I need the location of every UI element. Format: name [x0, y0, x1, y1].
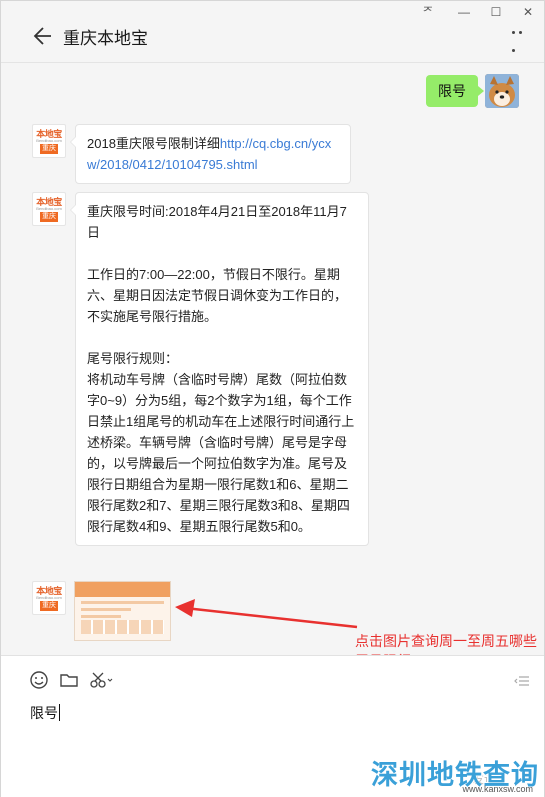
scissors-icon[interactable] — [89, 670, 115, 690]
dog-avatar-icon — [485, 74, 519, 108]
chat-messages: 限号 本地宝 Bendibao.com 重庆 2018重庆限号限制详细http:… — [1, 64, 544, 654]
back-arrow-icon[interactable] — [33, 25, 53, 47]
pin-button[interactable]: ᅎ — [414, 3, 442, 23]
more-options-icon[interactable] — [512, 31, 532, 52]
page-title: 重庆本地宝 — [63, 29, 148, 48]
expand-icon[interactable] — [514, 676, 530, 686]
detail-message-bubble: 重庆限号时间:2018年4月21日至2018年11月7日 工作日的7:00—22… — [70, 192, 369, 546]
bot-avatar[interactable]: 本地宝 Bendibao.com 重庆 — [32, 124, 66, 158]
restriction-rules: 尾号限行规则： 将机动车号牌（含临时号牌）尾数（阿拉伯数字0~9）分为5组，每2… — [87, 348, 357, 537]
city-tag: 重庆 — [40, 212, 58, 222]
link-message-bubble: 2018重庆限号限制详细http://cq.cbg.cn/ycxw/2018/0… — [70, 124, 351, 184]
restriction-image-thumbnail[interactable] — [74, 581, 171, 641]
message-input[interactable]: 限号 — [30, 703, 60, 723]
brand-logo-site: Bendibao.com — [36, 595, 62, 600]
folder-icon[interactable] — [59, 670, 79, 690]
text-caret — [59, 704, 60, 721]
link-message-text: 2018重庆限号限制详细 — [87, 136, 220, 151]
city-tag: 重庆 — [40, 144, 58, 154]
title-bar: ᅎ — ☐ ✕ 重庆本地宝 — [1, 1, 544, 63]
brand-logo-site: Bendibao.com — [36, 206, 62, 211]
bot-avatar[interactable]: 本地宝 Bendibao.com 重庆 — [32, 581, 66, 615]
emoji-icon[interactable] — [29, 670, 49, 690]
restriction-hours-text: 工作日的7:00—22:00，节假日不限行。星期六、星期日因法定节假日调休变为工… — [87, 267, 348, 324]
minimize-button[interactable]: — — [450, 3, 478, 23]
brand-logo-site: Bendibao.com — [36, 138, 62, 143]
message-input-value: 限号 — [30, 705, 58, 721]
city-tag: 重庆 — [40, 601, 58, 611]
close-button[interactable]: ✕ — [514, 3, 542, 23]
rules-body: 将机动车号牌（含临时号牌）尾数（阿拉伯数字0~9）分为5组，每2个数字为1组，每… — [87, 372, 355, 534]
red-arrow-icon — [175, 599, 358, 629]
bot-avatar[interactable]: 本地宝 Bendibao.com 重庆 — [32, 192, 66, 226]
restriction-period-text: 重庆限号时间:2018年4月21日至2018年11月7日 — [87, 204, 347, 240]
self-avatar[interactable] — [485, 74, 519, 108]
watermark: 深圳地铁查询 www.kanxsw.com — [361, 753, 543, 795]
rules-title: 尾号限行规则： — [87, 351, 179, 366]
watermark-site: www.kanxsw.com — [462, 784, 533, 794]
chat-window: ᅎ — ☐ ✕ 重庆本地宝 限号 本地宝 Bendibao.com 重庆 201… — [0, 0, 545, 797]
maximize-button[interactable]: ☐ — [482, 3, 510, 23]
self-message-bubble[interactable]: 限号 — [426, 75, 484, 107]
